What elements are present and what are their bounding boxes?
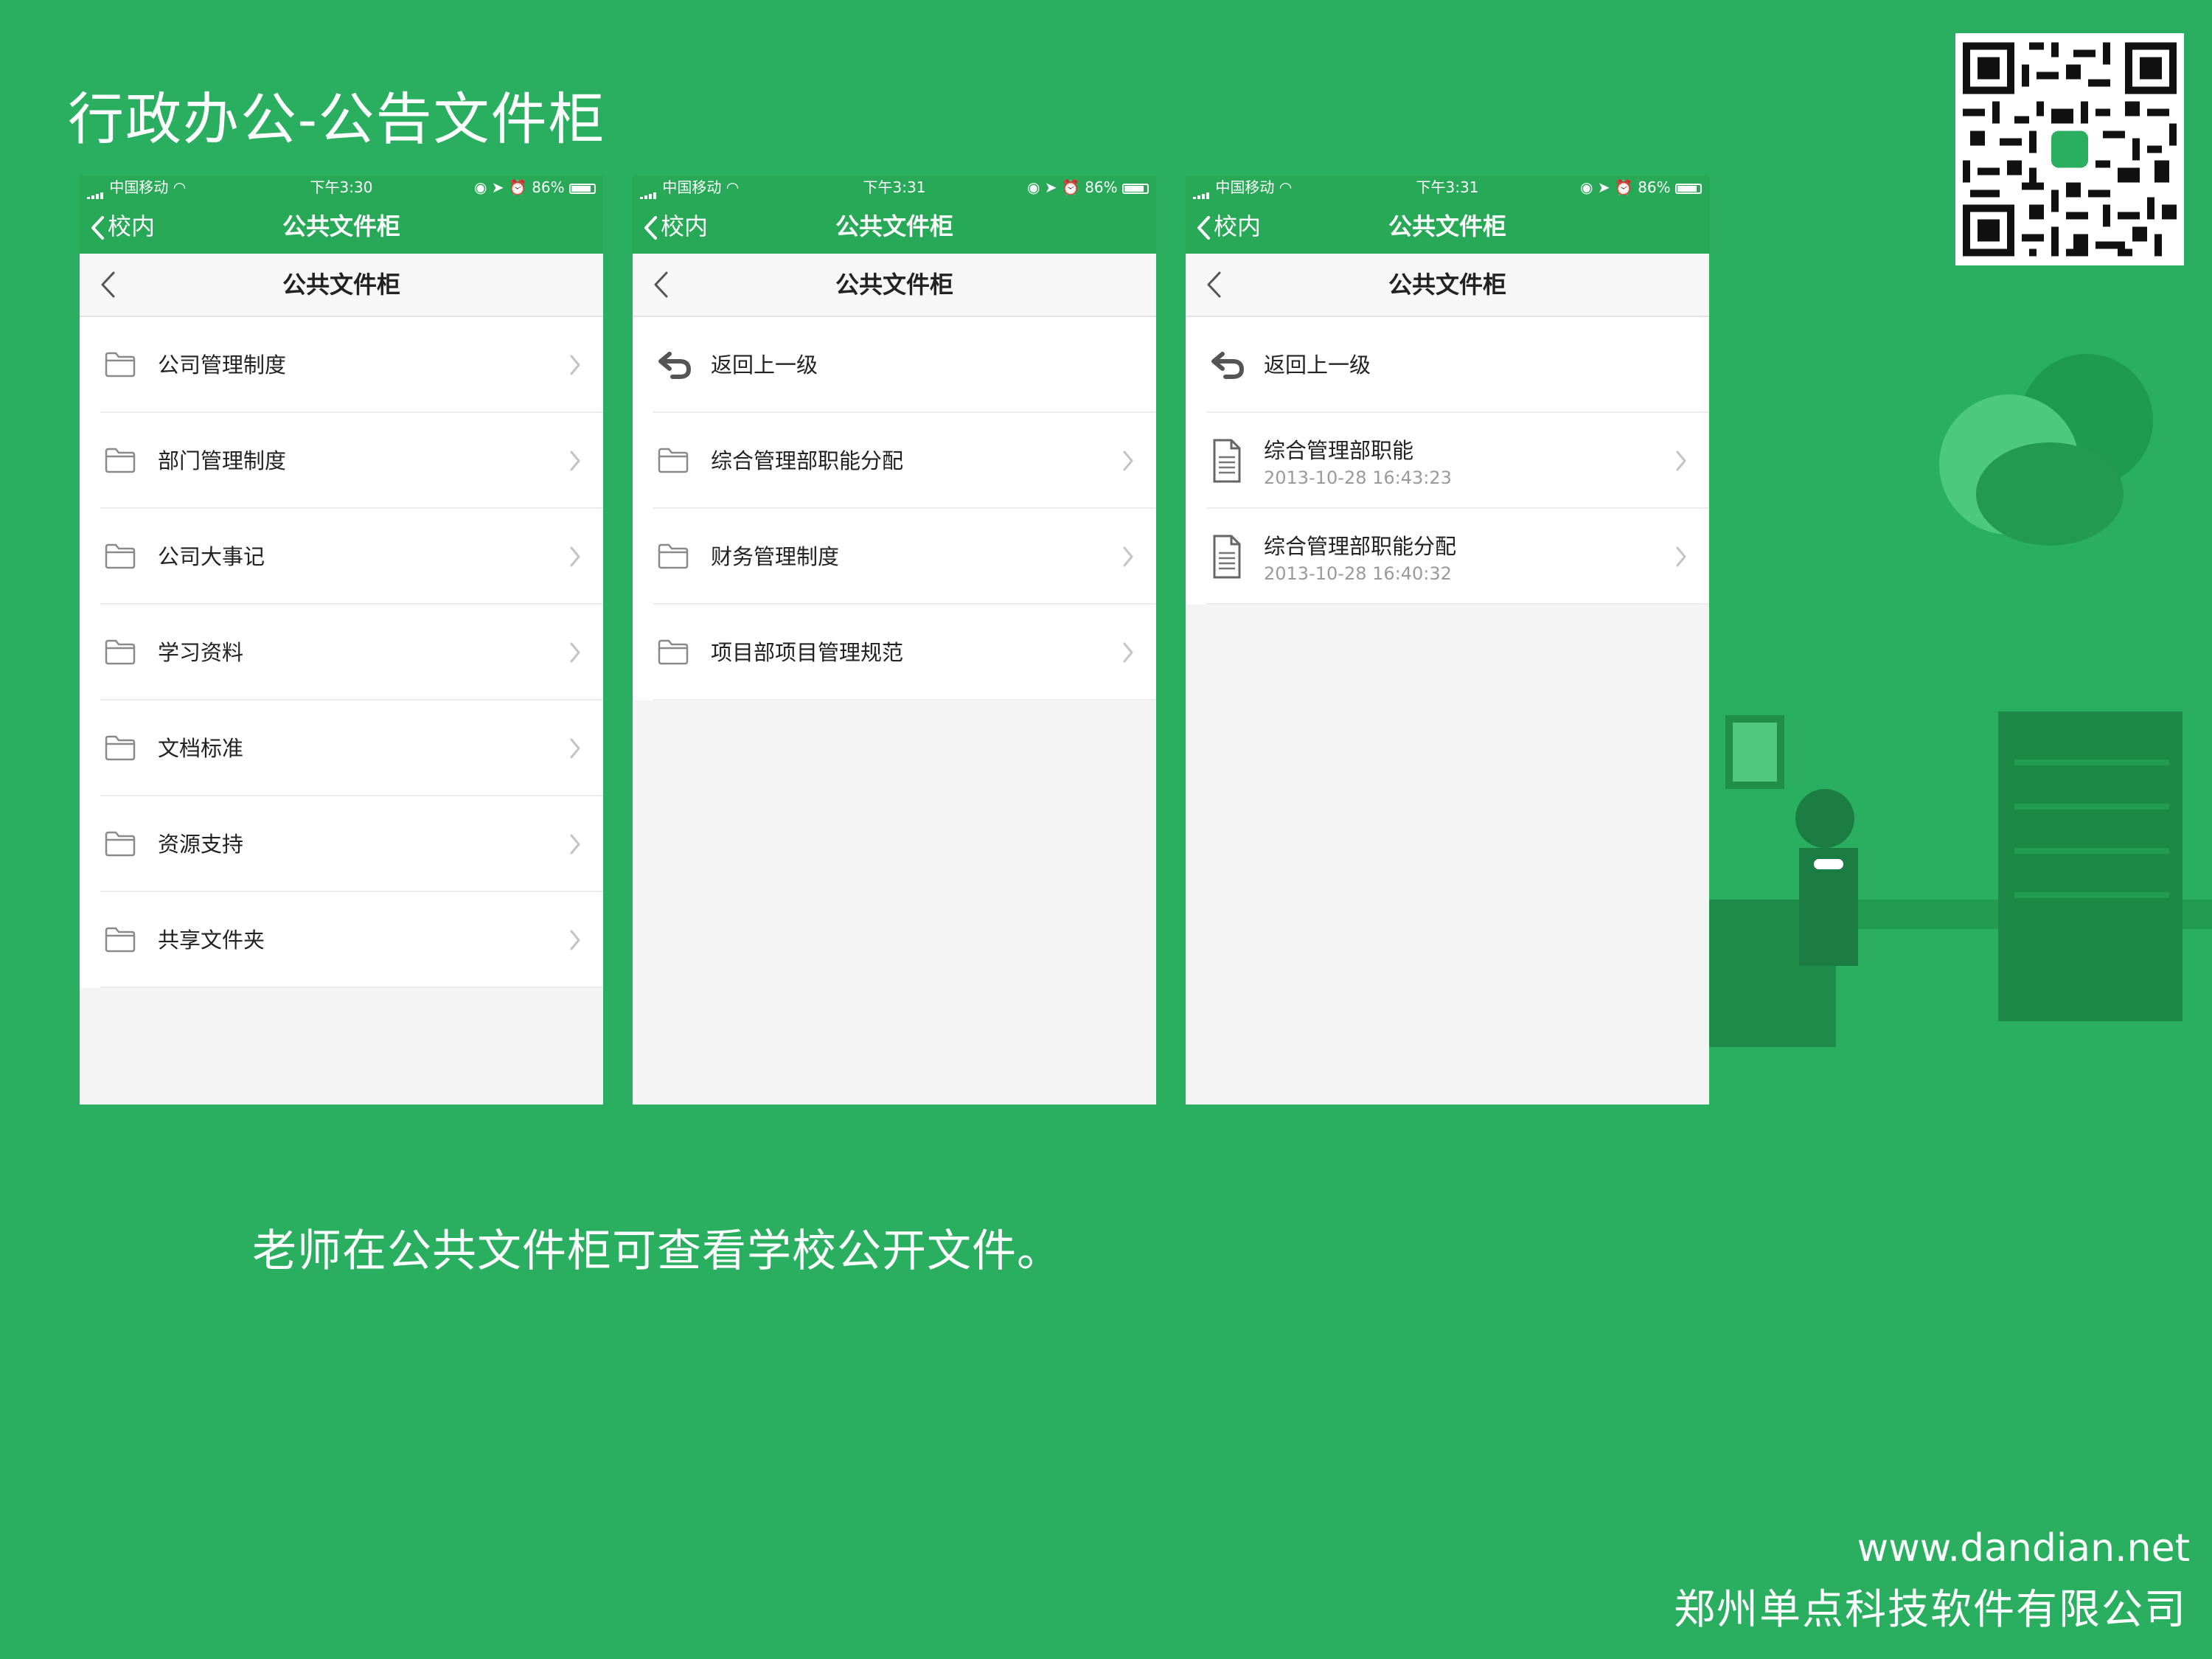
folder-row[interactable]: 部门管理制度 <box>80 413 603 509</box>
slide-caption: 老师在公共文件柜可查看学校公开文件。 <box>252 1225 1062 1277</box>
status-bar: 中国移动 ◠ 下午3:30 ◉ ➤ ⏰ 86% <box>80 175 603 201</box>
lock-rotation-icon: ◉ <box>473 178 487 196</box>
sub-header: 公共文件柜 <box>1186 254 1709 317</box>
folder-row[interactable]: 综合管理部职能分配 <box>633 413 1156 509</box>
row-label: 综合管理部职能分配 <box>711 448 904 473</box>
row-date: 2013-10-28 16:40:32 <box>1264 563 1452 584</box>
chevron-right-icon <box>1675 450 1687 475</box>
alarm-icon: ⏰ <box>508 178 527 196</box>
return-icon <box>658 351 692 382</box>
file-row[interactable]: 综合管理部职能 2013-10-28 16:43:23 <box>1186 413 1709 509</box>
folder-row[interactable]: 文档标准 <box>80 700 603 796</box>
slide-title: 行政办公-公告文件柜 <box>68 86 606 152</box>
row-label: 返回上一级 <box>1264 352 1371 378</box>
row-label: 共享文件夹 <box>158 928 265 953</box>
alarm-icon: ⏰ <box>1061 178 1080 196</box>
nav-title: 公共文件柜 <box>1388 212 1506 240</box>
back-to-parent-row[interactable]: 返回上一级 <box>633 317 1156 413</box>
chevron-right-icon <box>569 450 581 475</box>
battery-percent: 86% <box>1638 178 1671 196</box>
chevron-right-icon <box>569 737 581 762</box>
back-to-parent-row[interactable]: 返回上一级 <box>1186 317 1709 413</box>
nav-title: 公共文件柜 <box>282 212 400 240</box>
phone-screen-3: 中国移动 ◠ 下午3:31 ◉ ➤ ⏰ 86% 校内 公共文件柜 公共文件柜 返… <box>1186 175 1709 1105</box>
row-label: 公司大事记 <box>158 544 265 569</box>
location-icon: ➤ <box>491 178 504 196</box>
alarm-icon: ⏰ <box>1614 178 1633 196</box>
row-label: 文档标准 <box>158 736 244 761</box>
folder-icon <box>105 351 136 380</box>
chevron-right-icon <box>569 546 581 571</box>
document-icon <box>1212 438 1242 487</box>
battery-icon <box>569 183 596 194</box>
folder-icon <box>105 543 136 572</box>
file-list: 返回上一级综合管理部职能分配 财务管理制度项目部项目管理规范 <box>633 317 1156 700</box>
background-illustration <box>1674 339 2212 1077</box>
folder-icon <box>658 543 689 572</box>
folder-row[interactable]: 资源支持 <box>80 796 603 892</box>
nav-bar: 校内 公共文件柜 <box>1186 199 1709 254</box>
folder-row[interactable]: 财务管理制度 <box>633 509 1156 605</box>
file-list: 公司管理制度 部门管理制度 公司大事记学习资料文档标准资源支持共享文件夹 <box>80 317 603 988</box>
lock-rotation-icon: ◉ <box>1026 178 1040 196</box>
row-label: 公司管理制度 <box>158 352 287 378</box>
nav-title: 公共文件柜 <box>835 212 953 240</box>
return-icon <box>1211 351 1245 382</box>
status-bar: 中国移动 ◠ 下午3:31 ◉ ➤ ⏰ 86% <box>633 175 1156 201</box>
folder-icon <box>105 830 136 860</box>
header-title: 公共文件柜 <box>835 271 953 299</box>
header-title: 公共文件柜 <box>282 271 400 299</box>
battery-percent: 86% <box>1085 178 1118 196</box>
battery-percent: 86% <box>532 178 565 196</box>
file-list: 返回上一级综合管理部职能 2013-10-28 16:43:23 综合管理部职能分配… <box>1186 317 1709 605</box>
footer-company: 郑州单点科技软件有限公司 <box>1674 1586 2187 1634</box>
file-row[interactable]: 综合管理部职能分配 2013-10-28 16:40:32 <box>1186 509 1709 605</box>
row-label: 综合管理部职能 <box>1264 438 1414 463</box>
nav-bar: 校内 公共文件柜 <box>80 199 603 254</box>
row-label: 学习资料 <box>158 640 244 665</box>
folder-row[interactable]: 公司管理制度 <box>80 317 603 413</box>
footer-url: www.dandian.net <box>1857 1526 2190 1571</box>
folder-row[interactable]: 公司大事记 <box>80 509 603 605</box>
location-icon: ➤ <box>1044 178 1057 196</box>
folder-icon <box>105 734 136 764</box>
battery-icon <box>1122 183 1149 194</box>
location-icon: ➤ <box>1597 178 1610 196</box>
chevron-right-icon <box>569 641 581 667</box>
lock-rotation-icon: ◉ <box>1579 178 1593 196</box>
folder-icon <box>105 447 136 476</box>
document-icon <box>1212 534 1242 582</box>
phone-screen-2: 中国移动 ◠ 下午3:31 ◉ ➤ ⏰ 86% 校内 公共文件柜 公共文件柜 返… <box>633 175 1156 1105</box>
row-date: 2013-10-28 16:43:23 <box>1264 467 1452 488</box>
row-label: 部门管理制度 <box>158 448 287 473</box>
row-label: 资源支持 <box>158 832 244 857</box>
folder-icon <box>105 926 136 956</box>
chevron-right-icon <box>569 833 581 858</box>
battery-icon <box>1675 183 1702 194</box>
row-label: 项目部项目管理规范 <box>711 640 904 665</box>
qr-code <box>1955 33 2184 265</box>
chevron-right-icon <box>1122 450 1134 475</box>
folder-icon <box>105 639 136 668</box>
row-label: 综合管理部职能分配 <box>1264 534 1457 559</box>
sub-header: 公共文件柜 <box>80 254 603 317</box>
nav-bar: 校内 公共文件柜 <box>633 199 1156 254</box>
folder-icon <box>658 447 689 476</box>
chevron-right-icon <box>1675 546 1687 571</box>
sub-header: 公共文件柜 <box>633 254 1156 317</box>
chevron-right-icon <box>1122 546 1134 571</box>
header-title: 公共文件柜 <box>1388 271 1506 299</box>
row-label: 返回上一级 <box>711 352 818 378</box>
phone-screen-1: 中国移动 ◠ 下午3:30 ◉ ➤ ⏰ 86% 校内 公共文件柜 公共文件柜 公… <box>80 175 603 1105</box>
chevron-right-icon <box>569 354 581 379</box>
folder-row[interactable]: 共享文件夹 <box>80 892 603 988</box>
chevron-right-icon <box>1122 641 1134 667</box>
row-label: 财务管理制度 <box>711 544 840 569</box>
folder-row[interactable]: 学习资料 <box>80 605 603 700</box>
chevron-right-icon <box>569 929 581 954</box>
folder-icon <box>658 639 689 668</box>
folder-row[interactable]: 项目部项目管理规范 <box>633 605 1156 700</box>
status-bar: 中国移动 ◠ 下午3:31 ◉ ➤ ⏰ 86% <box>1186 175 1709 201</box>
